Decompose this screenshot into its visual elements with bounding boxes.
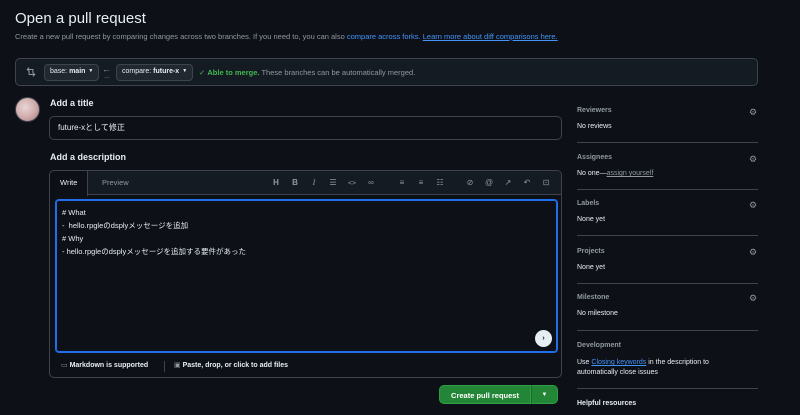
description-line: - hello.rpgleのdsplyメッセージを追加 (62, 221, 189, 230)
base-prefix: base: (50, 68, 68, 75)
task-list-icon[interactable]: ☷ (434, 177, 446, 189)
description-line: # What (62, 208, 86, 217)
development-text-after: in the description to (646, 359, 709, 366)
sidebar-divider (577, 388, 758, 389)
description-editor: Write Preview H B I ☰ <> ∞ ≡ ≡ ☷ ⊘ @ ↗ ↶… (49, 170, 562, 378)
development-text-before: Use (577, 359, 592, 366)
merge-status: ✓ Able to merge. These branches can be a… (199, 68, 415, 77)
undo-icon[interactable]: ↶ (521, 177, 533, 189)
compare-branch-select[interactable]: compare: future-x ▼ (116, 64, 194, 81)
cross-reference-icon[interactable]: ↗ (502, 177, 514, 189)
markdown-supported-text: Markdown is supported (69, 362, 149, 369)
merge-status-text: These branches can be automatically merg… (261, 68, 416, 77)
subtitle-text: Create a new pull request by comparing c… (15, 32, 347, 41)
sidebar-divider (577, 330, 758, 331)
reviewers-title: Reviewers (577, 107, 612, 114)
description-line: - hello.rpgleのdsplyメッセージを追加する要件があった (62, 247, 247, 256)
description-label: Add a description (50, 152, 127, 162)
sidebar-reviewers[interactable]: Reviewers No reviews (577, 107, 758, 130)
create-pull-request-button[interactable]: Create pull request (439, 385, 531, 404)
gear-icon[interactable]: ⚙ (748, 293, 758, 303)
italic-icon[interactable]: I (308, 177, 320, 189)
editor-footer: ▭ Markdown is supported ▣ Paste, drop, o… (50, 357, 561, 377)
tab-preview[interactable]: Preview (92, 171, 139, 195)
sidebar-milestone[interactable]: Milestone No milestone (577, 294, 758, 317)
sidebar-projects[interactable]: Projects None yet (577, 248, 758, 271)
description-line: # Why (62, 234, 84, 243)
assignees-value: No one— (577, 170, 607, 177)
development-line2: automatically close issues (577, 369, 658, 376)
sidebar-labels[interactable]: Labels None yet (577, 200, 758, 223)
gear-icon[interactable]: ⚙ (748, 107, 758, 117)
heading-icon[interactable]: H (270, 177, 282, 189)
learn-more-link[interactable]: Learn more about diff comparisons here. (423, 32, 558, 41)
milestone-title: Milestone (577, 294, 610, 301)
reviewers-value: No reviews (577, 123, 612, 130)
milestone-value: No milestone (577, 310, 618, 317)
sidebar-assignees[interactable]: Assignees No one—assign yourself (577, 154, 758, 177)
check-icon: ✓ (199, 68, 206, 77)
attach-files-text: Paste, drop, or click to add files (182, 362, 288, 369)
compare-branch-name: future-x (153, 68, 180, 75)
compare-arrows-icon (26, 67, 36, 77)
markdown-icon: ▭ (61, 362, 68, 369)
merge-ok-text: Able to merge. (207, 68, 260, 77)
page-title: Open a pull request (15, 10, 146, 27)
labels-title: Labels (577, 200, 600, 207)
unordered-list-icon[interactable]: ≡ (415, 177, 427, 189)
development-title: Development (577, 342, 621, 349)
assignees-title: Assignees (577, 154, 613, 161)
gear-icon[interactable]: ⚙ (748, 154, 758, 164)
arrow-left-icon: ← (102, 64, 111, 74)
footer-divider (164, 361, 165, 372)
helpful-resources-title: Helpful resources (577, 400, 637, 407)
quote-icon[interactable]: ☰ (327, 177, 339, 189)
gear-icon[interactable]: ⚙ (748, 247, 758, 257)
mention-icon[interactable]: @ (483, 177, 495, 189)
code-icon[interactable]: <> (346, 177, 358, 189)
editor-header: Write Preview H B I ☰ <> ∞ ≡ ≡ ☷ ⊘ @ ↗ ↶… (50, 171, 561, 196)
chevron-down-icon: ▼ (182, 68, 188, 74)
copilot-icon[interactable]: › (535, 330, 552, 347)
chevron-down-icon: ▼ (541, 392, 548, 398)
sidebar-divider (577, 283, 758, 284)
title-input[interactable]: future-xとして修正 (49, 116, 562, 140)
sidebar-divider (577, 142, 758, 143)
page-subtitle: Create a new pull request by comparing c… (15, 32, 558, 41)
gear-icon[interactable]: ⚙ (748, 200, 758, 210)
compare-prefix: compare: (122, 68, 152, 75)
title-label: Add a title (50, 98, 94, 108)
markdown-supported[interactable]: ▭ Markdown is supported (61, 361, 148, 369)
bold-icon[interactable]: B (289, 177, 301, 189)
projects-value: None yet (577, 264, 606, 271)
image-icon: ▣ (174, 362, 181, 369)
dots-icon: … (104, 74, 110, 80)
base-branch-select[interactable]: base: main ▼ (44, 64, 100, 81)
sidebar-development: Development Use Closing keywords in the … (577, 342, 758, 378)
assign-yourself-link[interactable]: assign yourself (607, 170, 654, 177)
sidebar-helpful-resources: Helpful resources (577, 400, 758, 407)
chevron-down-icon: ▼ (88, 68, 94, 74)
fullscreen-icon[interactable]: ⊡ (540, 177, 552, 189)
create-options-dropdown[interactable]: ▼ (531, 385, 558, 404)
description-textarea[interactable]: # What - hello.rpgleのdsplyメッセージを追加 # Why… (55, 199, 558, 353)
tab-write[interactable]: Write (50, 171, 89, 196)
avatar[interactable] (15, 97, 40, 122)
numbered-list-icon[interactable]: ≡ (396, 177, 408, 189)
attach-files[interactable]: ▣ Paste, drop, or click to add files (174, 361, 288, 369)
projects-title: Projects (577, 248, 605, 255)
link-icon[interactable]: ∞ (365, 177, 377, 189)
closing-keywords-link[interactable]: Closing keywords (591, 359, 646, 366)
paperclip-icon[interactable]: ⊘ (464, 177, 476, 189)
labels-value: None yet (577, 216, 606, 223)
compare-bar: base: main ▼ ← … compare: future-x ▼ ✓ Abl… (15, 58, 758, 86)
base-branch-name: main (69, 68, 86, 75)
compare-forks-link[interactable]: compare across forks. (347, 32, 421, 41)
sidebar-divider (577, 235, 758, 236)
sidebar-divider (577, 189, 758, 190)
